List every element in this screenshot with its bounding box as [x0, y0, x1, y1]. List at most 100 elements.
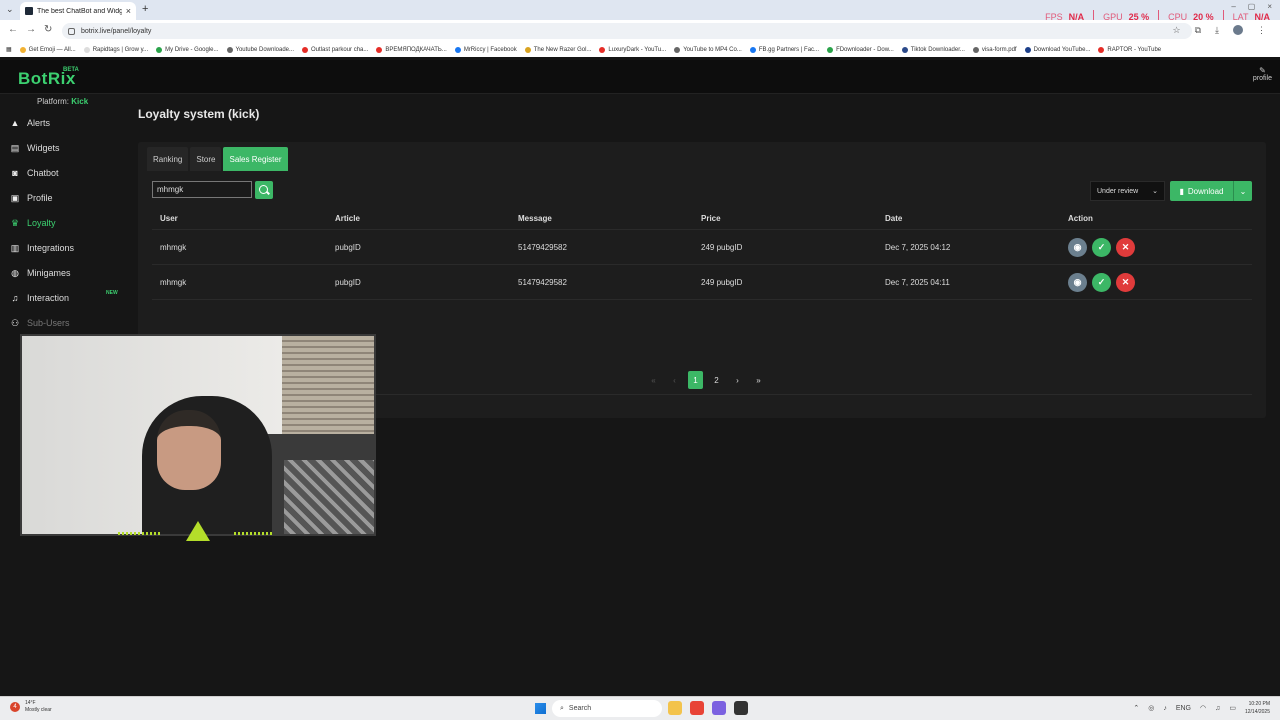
- bookmark-item[interactable]: YouTube to MP4 Co...: [674, 46, 742, 53]
- tab-title: The best ChatBot and Widgets: [37, 7, 122, 15]
- chrome-icon[interactable]: [690, 701, 704, 715]
- battery-icon[interactable]: ▭: [1229, 704, 1236, 712]
- sidebar-item-integrations[interactable]: ▥ Integrations: [10, 238, 130, 258]
- sidebar-item-profile[interactable]: ▣ Profile: [10, 188, 130, 208]
- bookmark-item[interactable]: Tiktok Downloader...: [901, 46, 965, 53]
- prev-page-button[interactable]: ‹: [667, 371, 682, 389]
- bookmark-item[interactable]: Get Emoji — All...: [19, 46, 76, 53]
- reload-icon[interactable]: ↻: [44, 24, 52, 36]
- sidebar-item-widgets[interactable]: ▤ Widgets: [10, 138, 130, 158]
- table-row: mhmgk pubgID 51479429582 249 pubgID Dec …: [152, 230, 1252, 265]
- cell-message: 51479429582: [518, 242, 567, 252]
- sidebar-item-sub-users[interactable]: ⚇ Sub-Users: [10, 313, 130, 333]
- sidebar-item-minigames[interactable]: ◍ Minigames: [10, 263, 130, 283]
- url-field[interactable]: botrix.live/panel/loyalty: [62, 23, 1192, 39]
- profile-menu[interactable]: ✎ profile: [1253, 66, 1272, 82]
- download-button[interactable]: ▮ Download: [1170, 181, 1234, 201]
- close-tab-icon[interactable]: ×: [126, 7, 131, 16]
- bookmark-item[interactable]: Outlast parkour cha...: [302, 46, 368, 53]
- browser-menu-icon[interactable]: ⋮: [1257, 24, 1266, 36]
- wifi-icon[interactable]: ◠: [1200, 704, 1206, 712]
- gamepad-icon: ◍: [11, 267, 19, 278]
- youtube-icon: [302, 46, 309, 53]
- approve-check-icon[interactable]: ✓: [1092, 237, 1111, 257]
- search-button[interactable]: [255, 181, 273, 199]
- weather-widget[interactable]: 4 14°F Mostly clear: [10, 700, 52, 714]
- tab-search-icon[interactable]: ⌄: [6, 4, 16, 14]
- next-page-button[interactable]: ›: [730, 371, 745, 389]
- bookmark-item[interactable]: RAPTOR - YouTube: [1098, 46, 1161, 53]
- approve-check-icon[interactable]: ✓: [1092, 272, 1111, 292]
- sidebar-item-loyalty[interactable]: ♛ Loyalty: [10, 213, 130, 233]
- download-options-chevron-icon[interactable]: ⌄: [1234, 181, 1252, 201]
- platform-value: Kick: [71, 97, 89, 106]
- browser-profile-avatar[interactable]: [1233, 25, 1243, 35]
- clock[interactable]: 10:20 PM 12/14/2025: [1245, 700, 1270, 716]
- reject-x-icon[interactable]: ✕: [1116, 272, 1135, 292]
- first-page-button[interactable]: «: [646, 371, 661, 389]
- bookmark-item[interactable]: Rapidtags | Grow y...: [83, 46, 148, 53]
- taskbar-apps: [668, 701, 748, 715]
- sidebar-item-interaction[interactable]: ♫ Interaction NEW: [10, 288, 130, 308]
- cell-date: Dec 7, 2025 04:11: [885, 277, 950, 287]
- obs-icon[interactable]: [734, 701, 748, 715]
- volume-icon[interactable]: ♫: [1215, 705, 1220, 712]
- back-icon[interactable]: ←: [8, 24, 18, 36]
- bookmark-item[interactable]: FDownloader - Dow...: [827, 46, 894, 53]
- download-icon[interactable]: ⤓: [1215, 24, 1219, 36]
- chevron-up-icon[interactable]: ⌃: [1133, 704, 1139, 712]
- windows-start-icon[interactable]: [535, 703, 546, 714]
- view-eye-icon[interactable]: ◉: [1068, 272, 1087, 292]
- bookmark-item[interactable]: MrRiccy | Facebook: [454, 46, 517, 53]
- table-row: mhmgk pubgID 51479429582 249 pubgID Dec …: [152, 265, 1252, 300]
- bookmark-item[interactable]: My Drive - Google...: [156, 46, 219, 53]
- tab-store[interactable]: Store: [190, 147, 222, 171]
- page-1-button[interactable]: 1: [688, 371, 703, 389]
- bookmark-item[interactable]: ВРЕМЯПОДКАЧАТЬ...: [376, 46, 447, 53]
- file-explorer-icon[interactable]: [668, 701, 682, 715]
- webcam-frame-decoration: [118, 532, 162, 535]
- bookmark-item[interactable]: LuxuryDark - YouTu...: [599, 46, 666, 53]
- cell-user: mhmgk: [160, 277, 187, 287]
- language-indicator[interactable]: ENG: [1176, 705, 1191, 712]
- sidebar-item-chatbot[interactable]: ◙ Chatbot: [10, 163, 130, 183]
- browser-tab[interactable]: The best ChatBot and Widgets ×: [20, 2, 136, 20]
- mic-icon[interactable]: ♪: [1163, 705, 1167, 712]
- clock-time: 10:20 PM: [1248, 701, 1270, 707]
- bookmark-item[interactable]: Download YouTube...: [1024, 46, 1090, 53]
- bookmark-item[interactable]: FB.gg Partners | Fac...: [749, 46, 819, 53]
- site-info-icon[interactable]: [68, 27, 75, 35]
- bookmark-item[interactable]: The New Razer Gol...: [524, 46, 591, 53]
- column-header-user: User: [160, 214, 178, 223]
- network-icon[interactable]: ◎: [1148, 704, 1154, 712]
- platform-label: Platform:: [37, 97, 70, 106]
- platform-indicator: Platform: Kick: [37, 97, 88, 106]
- url-text: botrix.live/panel/loyalty: [81, 27, 152, 35]
- taskbar-search[interactable]: ⌕ Search: [552, 700, 662, 717]
- page-2-button[interactable]: 2: [709, 371, 724, 389]
- last-page-button[interactable]: »: [751, 371, 766, 389]
- search-input[interactable]: mhmgk: [152, 181, 252, 198]
- extensions-icon[interactable]: ⧉: [1195, 24, 1201, 36]
- tab-ranking[interactable]: Ranking: [147, 147, 189, 171]
- cell-price: 249 pubgID: [701, 277, 743, 287]
- widgets-icon: ▤: [10, 142, 20, 153]
- forward-icon[interactable]: →: [26, 24, 36, 36]
- discord-icon[interactable]: [712, 701, 726, 715]
- bookmark-item[interactable]: Youtube Downloade...: [226, 46, 294, 53]
- bookmark-favicon-icon: [524, 46, 531, 53]
- new-tab-icon[interactable]: +: [142, 3, 148, 15]
- reject-x-icon[interactable]: ✕: [1116, 237, 1135, 257]
- table-header: User Article Message Price Date Action: [152, 208, 1252, 230]
- globe-icon: [674, 46, 681, 53]
- page-title: Loyalty system (kick): [138, 107, 260, 121]
- cell-message: 51479429582: [518, 277, 567, 287]
- bookmark-item[interactable]: visa-form.pdf: [972, 46, 1017, 53]
- bookmark-star-icon[interactable]: ☆: [1173, 24, 1181, 36]
- sidebar-item-alerts[interactable]: ▲ Alerts: [10, 113, 130, 133]
- view-eye-icon[interactable]: ◉: [1068, 237, 1087, 257]
- chevron-down-icon: ⌄: [1152, 188, 1158, 195]
- apps-icon[interactable]: ▦: [6, 46, 12, 53]
- tab-sales-register[interactable]: Sales Register: [223, 147, 288, 171]
- status-filter-select[interactable]: Under review ⌄: [1090, 181, 1165, 201]
